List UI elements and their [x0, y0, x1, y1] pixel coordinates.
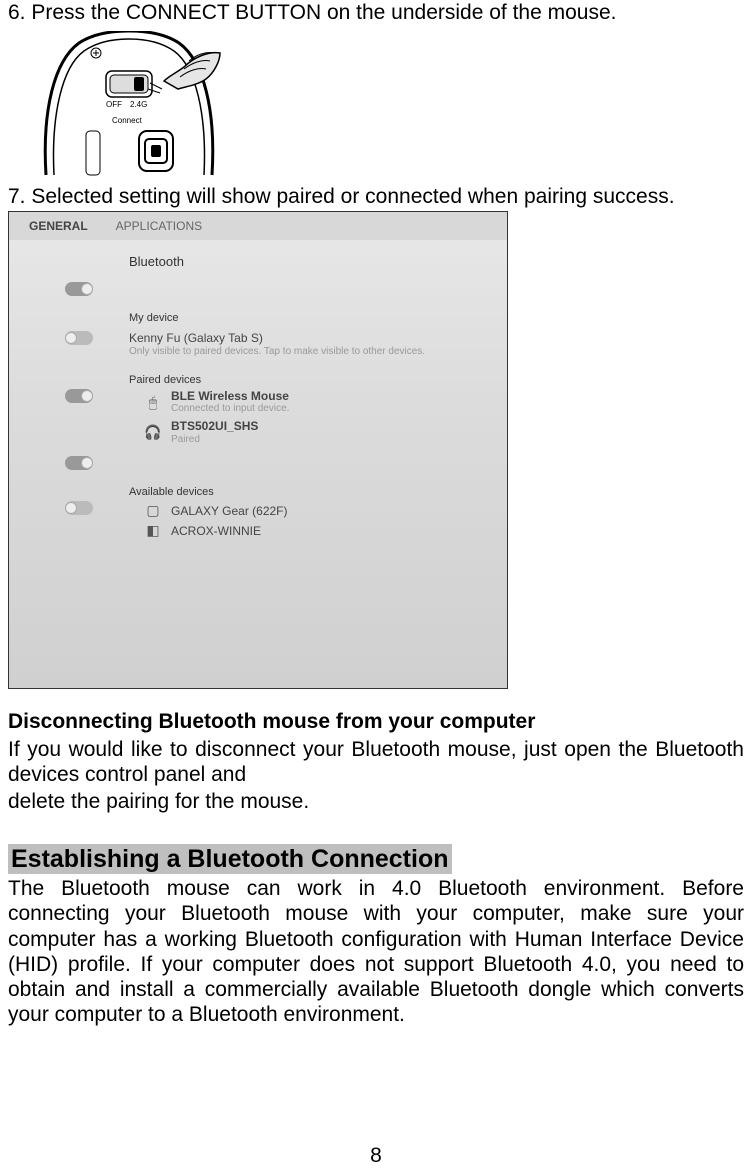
paired-device-2-sub: Paired	[171, 434, 258, 446]
step-7-text: 7. Selected setting will show paired or …	[8, 184, 744, 209]
visibility-toggle	[65, 331, 93, 345]
off-text: OFF	[106, 100, 122, 109]
disconnect-line-1: If you would like to disconnect your Blu…	[8, 737, 744, 787]
tab-applications: APPLICATIONS	[116, 219, 202, 233]
paired-device-2-name: BTS502UI_SHS	[171, 419, 258, 433]
paired-device-1-name: BLE Wireless Mouse	[171, 389, 289, 403]
step-6-text: 6. Press the CONNECT BUTTON on the under…	[8, 0, 744, 25]
tab-general: GENERAL	[29, 219, 88, 233]
disconnect-heading: Disconnecting Bluetooth mouse from your …	[8, 709, 744, 734]
device-icon: ◧	[145, 523, 161, 539]
paired-toggle-2	[65, 456, 93, 470]
my-device-label: My device	[9, 312, 507, 325]
bluetooth-label: Bluetooth	[9, 240, 507, 276]
bluetooth-settings-screenshot: GENERAL APPLICATIONS Bluetooth My device…	[8, 211, 508, 689]
available-device-1: GALAXY Gear (622F)	[171, 504, 288, 518]
available-devices-label: Available devices	[9, 486, 507, 499]
finger-icon	[148, 53, 220, 94]
headset-icon: 🎧	[145, 424, 161, 440]
my-device-note: Only visible to paired devices. Tap to m…	[129, 346, 425, 358]
establish-body: The Bluetooth mouse can work in 4.0 Blue…	[8, 876, 744, 1027]
connect-text: Connect	[112, 116, 143, 125]
page-number: 8	[0, 1143, 752, 1168]
my-device-name: Kenny Fu (Galaxy Tab S)	[129, 331, 425, 345]
freq-text: 2.4G	[130, 100, 147, 109]
paired-devices-label: Paired devices	[9, 374, 507, 387]
mouse-icon: 🖱	[145, 394, 161, 410]
bluetooth-toggle	[65, 282, 93, 296]
available-toggle	[65, 501, 93, 515]
disconnect-line-2: delete the pairing for the mouse.	[8, 789, 744, 814]
establish-heading: Establishing a Bluetooth Connection	[8, 844, 452, 874]
paired-device-1-sub: Connected to input device.	[171, 403, 289, 415]
mouse-underside-diagram: OFF 2.4G Connect	[34, 31, 224, 176]
paired-toggle-1	[65, 389, 93, 403]
available-device-2: ACROX-WINNIE	[171, 524, 261, 538]
watch-icon: ▢	[145, 503, 161, 519]
